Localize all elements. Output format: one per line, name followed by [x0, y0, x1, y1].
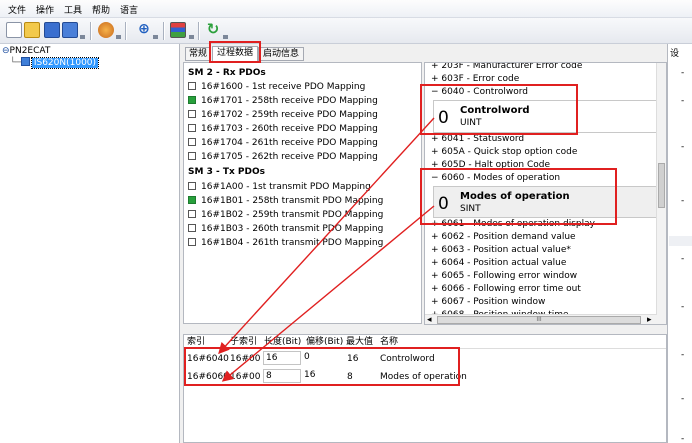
arrow-controlword	[218, 117, 435, 355]
annotation-arrows	[218, 117, 435, 382]
